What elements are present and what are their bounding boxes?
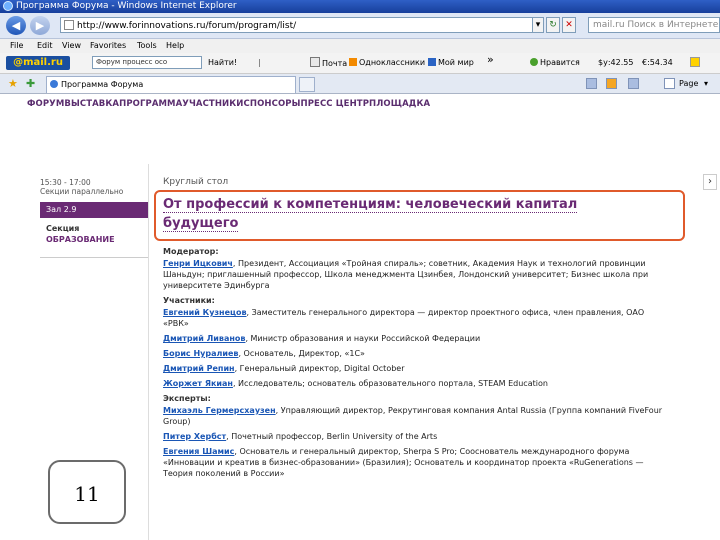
participant-entry: Дмитрий Ливанов, Министр образования и н… <box>163 333 663 344</box>
window-titlebar: Программа Форума - Windows Internet Expl… <box>0 0 720 13</box>
hall-label: Зал 2.9 <box>40 202 148 218</box>
menu-view[interactable]: View <box>62 39 81 53</box>
toolbar-moymir-link[interactable]: Мой мир <box>428 57 474 69</box>
toolbar-separator-icon: | <box>258 58 261 67</box>
ie-logo-icon <box>3 1 13 11</box>
speaker-link[interactable]: Евгений Кузнецов <box>163 308 247 317</box>
web-search-input[interactable]: mail.ru Поиск в Интернете <box>588 17 720 33</box>
mailru-toolbar: @mail.ru Форум процесс осо Найти! | Почт… <box>0 53 720 74</box>
slide-page-number: 11 <box>48 460 126 524</box>
stop-button[interactable]: ✕ <box>562 17 576 33</box>
speaker-link[interactable]: Евгения Шамис <box>163 447 234 456</box>
favorites-star-icon[interactable]: ★ <box>8 77 18 90</box>
speakers-list: Модератор: Генри Ицкович, Президент, Асс… <box>163 244 663 483</box>
round-table-label: Круглый стол <box>163 177 229 187</box>
speaker-desc: , Почетный профессор, Berlin University … <box>226 432 438 441</box>
tab-page-icon <box>50 80 58 88</box>
speaker-link[interactable]: Генри Ицкович <box>163 259 233 268</box>
session-time: 15:30 - 17:00 <box>40 178 91 187</box>
moderator-entry: Генри Ицкович, Президент, Ассоциация «Тр… <box>163 258 663 291</box>
tab-program[interactable]: Программа Форума <box>46 76 296 93</box>
page-icon <box>64 20 74 30</box>
toolbar-like-link[interactable]: Нравится <box>530 57 580 69</box>
participants-heading: Участники: <box>163 296 215 305</box>
participant-entry: Дмитрий Репин, Генеральный директор, Dig… <box>163 363 663 374</box>
moderator-heading: Модератор: <box>163 247 219 256</box>
feeds-icon[interactable] <box>606 78 617 89</box>
window-title: Программа Форума - Windows Internet Expl… <box>16 1 237 11</box>
page-menu-icon[interactable] <box>664 78 675 89</box>
address-input[interactable]: http://www.forinnovations.ru/forum/progr… <box>60 17 540 33</box>
speaker-desc: , Генеральный директор, Digital October <box>234 364 405 373</box>
menu-tools[interactable]: Tools <box>137 39 157 53</box>
next-arrow-button[interactable]: › <box>703 174 717 190</box>
speaker-link[interactable]: Питер Хербст <box>163 432 226 441</box>
home-icon[interactable] <box>586 78 597 89</box>
section-name[interactable]: ОБРАЗОВАНИЕ <box>46 235 115 244</box>
session-parallel: Секции параллельно <box>40 187 124 196</box>
odnoklassniki-icon <box>349 58 357 66</box>
toolbar-search-input[interactable]: Форум процесс осо <box>92 56 202 69</box>
column-divider <box>148 164 149 540</box>
speaker-link[interactable]: Борис Нуралиев <box>163 349 238 358</box>
section-label: Секция <box>46 224 80 233</box>
mail-envelope-icon <box>310 57 320 67</box>
site-nav-menu[interactable]: ФОРУМВЫСТАВКАПРОГРАММАУЧАСТНИКИСПОНСОРЫП… <box>27 99 430 109</box>
session-title[interactable]: От профессий к компетенциям: человечески… <box>163 195 633 233</box>
participant-entry: Жоржет Якиан, Исследователь; основатель … <box>163 378 663 389</box>
address-dropdown-button[interactable]: ▾ <box>532 17 544 33</box>
address-url: http://www.forinnovations.ru/forum/progr… <box>77 21 297 31</box>
mail-count-icon[interactable] <box>690 57 702 70</box>
expert-entry: Евгения Шамис, Основатель и генеральный … <box>163 446 663 479</box>
expert-entry: Михаэль Гермерсхаузен, Управляющий дирек… <box>163 405 663 427</box>
refresh-button[interactable]: ↻ <box>546 17 560 33</box>
mailru-logo[interactable]: @mail.ru <box>6 56 70 70</box>
forward-button[interactable]: ▶ <box>30 16 50 35</box>
moymir-icon <box>428 58 436 66</box>
page-menu-button[interactable]: Page <box>679 79 698 89</box>
menu-edit[interactable]: Edit <box>37 39 53 53</box>
participant-entry: Евгений Кузнецов, Заместитель генерально… <box>163 307 663 329</box>
usd-rate: $у:42.55 <box>598 58 634 67</box>
menu-bar: File Edit View Favorites Tools Help <box>0 39 720 53</box>
tools-menu-button[interactable]: ▾ <box>704 79 708 89</box>
print-icon[interactable] <box>628 78 639 89</box>
speaker-link[interactable]: Дмитрий Репин <box>163 364 235 373</box>
like-icon <box>530 58 538 66</box>
find-button[interactable]: Найти! <box>208 57 237 69</box>
experts-heading: Эксперты: <box>163 394 211 403</box>
toolbar-mail-link[interactable]: Почта <box>310 57 347 70</box>
participant-entry: Борис Нуралиев, Основатель, Директор, «1… <box>163 348 663 359</box>
speaker-link[interactable]: Дмитрий Ливанов <box>163 334 245 343</box>
speaker-desc: , Президент, Ассоциация «Тройная спираль… <box>163 259 649 290</box>
menu-favorites[interactable]: Favorites <box>90 39 126 53</box>
speaker-desc: , Основатель, Директор, «1С» <box>238 349 365 358</box>
speaker-link[interactable]: Михаэль Гермерсхаузен <box>163 406 276 415</box>
add-favorites-icon[interactable]: ✚ <box>26 77 35 90</box>
side-divider <box>40 257 148 258</box>
speaker-desc: , Министр образования и науки Российской… <box>245 334 481 343</box>
menu-help[interactable]: Help <box>166 39 184 53</box>
toolbar-more-button[interactable]: » <box>487 54 494 66</box>
speaker-link[interactable]: Жоржет Якиан <box>163 379 233 388</box>
tab-bar: ★ ✚ Программа Форума Page ▾ <box>0 74 720 94</box>
expert-entry: Питер Хербст, Почетный профессор, Berlin… <box>163 431 663 442</box>
eur-rate: €:54.34 <box>642 58 673 67</box>
new-tab-button[interactable] <box>299 77 315 92</box>
menu-file[interactable]: File <box>10 39 23 53</box>
back-button[interactable]: ◀ <box>6 16 26 35</box>
toolbar-odnoklassniki-link[interactable]: Одноклассники <box>349 57 425 69</box>
address-bar-row: ◀ ▶ http://www.forinnovations.ru/forum/p… <box>0 13 720 39</box>
speaker-desc: , Исследователь; основатель образователь… <box>232 379 548 388</box>
speaker-desc: , Основатель и генеральный директор, She… <box>163 447 644 478</box>
